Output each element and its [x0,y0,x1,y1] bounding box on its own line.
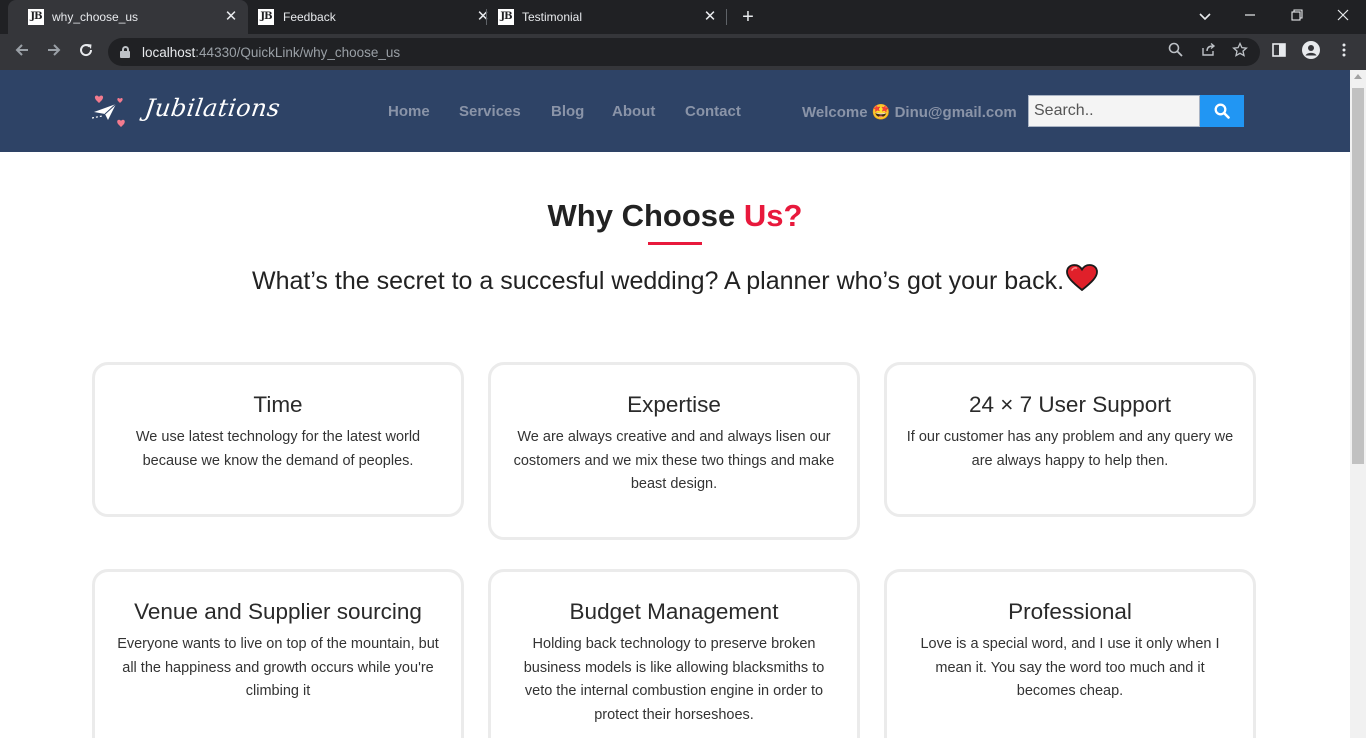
feature-card-venue-sourcing: Venue and Supplier sourcing Everyone wan… [92,569,464,738]
close-tab-icon[interactable]: ✕ [701,8,719,26]
zoom-search-icon[interactable] [1165,42,1185,62]
tab-divider [726,9,727,25]
card-title: Time [253,392,303,417]
card-text: We use latest technology for the latest … [135,429,421,469]
feature-card-budget-management: Budget Management Holding back technolog… [488,569,860,738]
page-title-text: Why Choose [547,198,744,233]
scroll-up-arrow-icon[interactable] [1354,74,1362,79]
feature-card-expertise: Expertise We are always creative and and… [488,362,860,540]
card-text: We are always creative and and always li… [513,429,835,492]
page-scrollbar[interactable] [1350,70,1366,738]
nav-services[interactable]: Services [459,103,521,120]
tab-search-chevron-icon[interactable] [1193,5,1217,27]
browser-tab-strip: JB why_choose_us ✕ JB Feedback ✕ JB Test… [0,0,1366,34]
nav-contact[interactable]: Contact [685,103,741,120]
back-arrow-icon[interactable] [10,40,34,64]
title-underline [648,242,702,245]
card-title: Budget Management [569,599,779,624]
tagline-text: What’s the secret to a succesful wedding… [251,267,1065,295]
tab-divider [486,9,487,25]
bookmark-star-icon[interactable] [1230,41,1250,62]
reload-icon[interactable] [74,40,98,64]
nav-about[interactable]: About [612,103,655,120]
url-text: localhost:44330/QuickLink/why_choose_us [142,45,401,60]
close-tab-icon[interactable]: ✕ [222,8,240,26]
browser-tab-why-choose-us[interactable]: JB why_choose_us ✕ [8,0,248,34]
browser-tab-testimonial[interactable]: JB Testimonial ✕ [488,0,728,34]
card-text: Holding back technology to preserve brok… [523,636,825,723]
side-panel-icon[interactable] [1268,41,1290,63]
tagline: What’s the secret to a succesful wedding… [0,264,1350,296]
tab-title: why_choose_us [52,10,139,24]
site-favicon-icon: JB [258,9,274,25]
feature-card-professional: Professional Love is a special word, and… [884,569,1256,738]
feature-card-user-support: 24 × 7 User Support If our customer has … [884,362,1256,517]
card-title: Expertise [627,392,721,417]
card-text: Love is a special word, and I use it onl… [920,636,1220,699]
share-icon[interactable] [1198,42,1218,62]
card-title: Professional [1008,599,1132,624]
page-title-accent: Us? [743,198,803,233]
new-tab-plus-icon[interactable]: + [738,6,758,28]
welcome-user-text: Welcome 🤩 Dinu@gmail.com [802,104,1017,121]
browser-toolbar: localhost:44330/QuickLink/why_choose_us [0,34,1366,70]
restore-window-icon[interactable] [1285,5,1309,27]
browser-menu-icon[interactable] [1333,41,1355,63]
close-window-icon[interactable] [1331,5,1355,27]
lock-icon[interactable] [120,46,130,58]
site-favicon-icon: JB [28,9,44,25]
page-title: Why Choose Us? [0,198,1350,234]
card-title: Venue and Supplier sourcing [134,599,422,624]
paper-plane-hearts-logo-icon[interactable] [91,94,128,130]
tab-title: Testimonial [522,10,583,24]
minimize-window-icon[interactable] [1238,5,1262,27]
scrollbar-thumb[interactable] [1352,88,1364,464]
search-icon [1214,103,1230,119]
card-title: 24 × 7 User Support [969,392,1171,417]
card-text: Everyone wants to live on top of the mou… [117,636,439,699]
site-logo-text[interactable]: Jubilations [143,94,282,122]
page-viewport: Jubilations Home Services Blog About Con… [0,70,1350,738]
search-button[interactable] [1200,95,1244,127]
feature-card-time: Time We use latest technology for the la… [92,362,464,517]
profile-avatar-icon[interactable] [1300,41,1322,63]
search-input[interactable] [1028,95,1200,127]
forward-arrow-icon[interactable] [42,40,66,64]
address-bar[interactable]: localhost:44330/QuickLink/why_choose_us [108,38,1260,66]
site-header: Jubilations Home Services Blog About Con… [0,70,1350,152]
site-favicon-icon: JB [498,9,514,25]
browser-tab-feedback[interactable]: JB Feedback ✕ [248,0,489,34]
card-text: If our customer has any problem and any … [906,429,1234,469]
tab-title: Feedback [283,10,336,24]
nav-blog[interactable]: Blog [551,103,584,120]
nav-home[interactable]: Home [388,103,430,120]
red-heart-icon [1066,264,1098,292]
